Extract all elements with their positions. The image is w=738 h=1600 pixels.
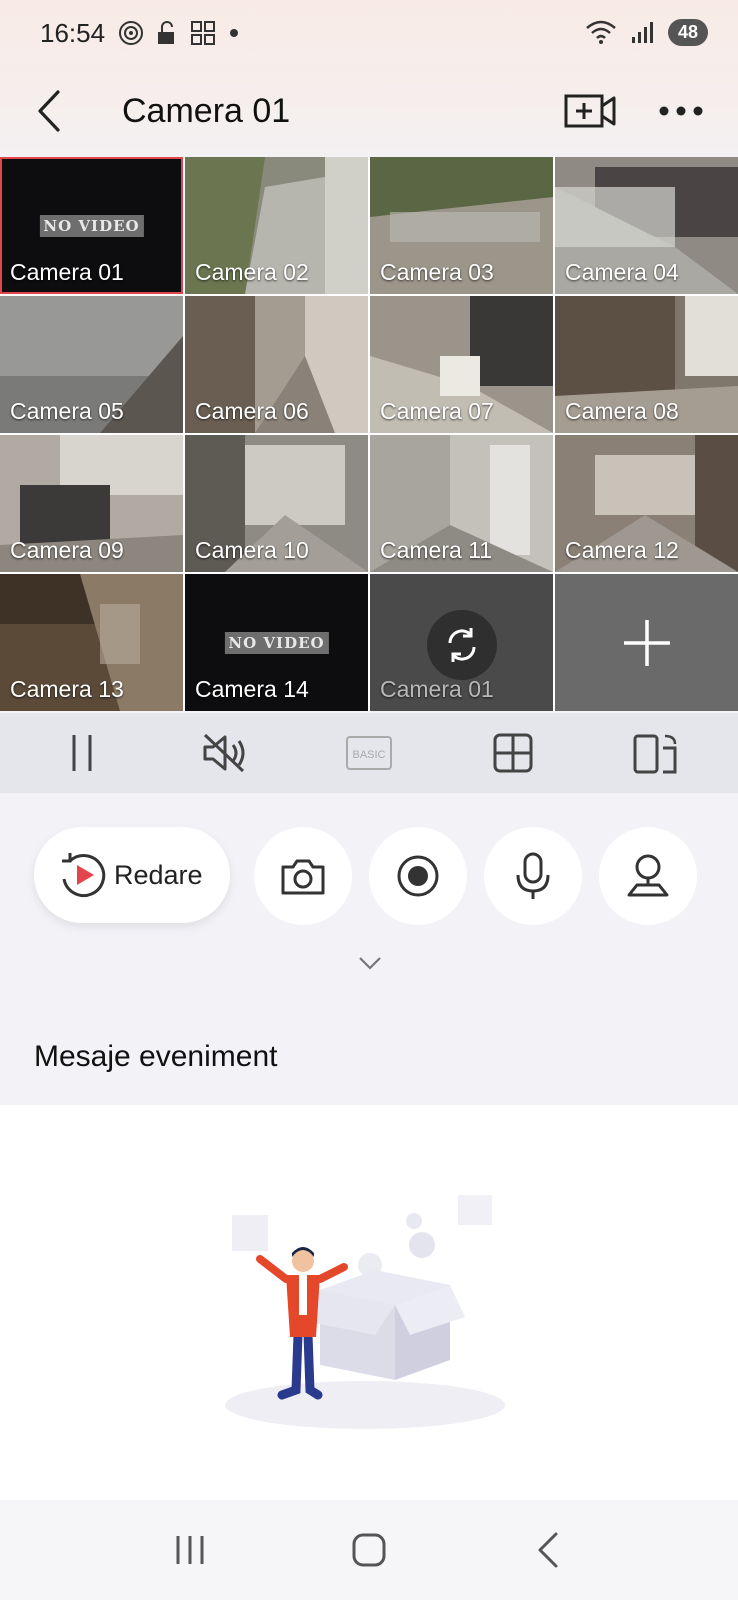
snapshot-button[interactable] — [254, 827, 352, 925]
camera-tile[interactable]: Camera 06 — [185, 296, 368, 433]
camera-label: Camera 09 — [10, 537, 124, 563]
camera-tile[interactable]: Camera 03 — [370, 157, 553, 294]
camera-tile[interactable]: NO VIDEO Camera 14 — [185, 574, 368, 711]
fingerprint-icon — [119, 21, 143, 45]
playback-toolbar: BASIC — [0, 713, 738, 793]
header: Camera 01 — [0, 78, 738, 148]
microphone-icon — [516, 852, 550, 899]
no-video-badge: NO VIDEO — [39, 215, 144, 237]
camera-label: Camera 04 — [565, 259, 679, 285]
no-video-badge: NO VIDEO — [224, 632, 329, 654]
camera-tile[interactable]: Camera 08 — [555, 296, 738, 433]
battery-indicator: 48 — [667, 18, 708, 46]
rotate-screen-icon — [633, 734, 677, 774]
signal-icon — [631, 22, 653, 43]
qr-icon — [191, 21, 215, 45]
page-title: Camera 01 — [122, 92, 291, 130]
plus-icon — [623, 619, 670, 666]
mute-button[interactable] — [195, 723, 255, 783]
top-bar: 16:54 48 Camera 01 — [0, 0, 738, 157]
camera-tile[interactable]: Camera 12 — [555, 435, 738, 572]
record-icon — [397, 855, 439, 897]
status-time: 16:54 — [40, 18, 106, 48]
camera-tile[interactable]: NO VIDEO Camera 01 — [0, 157, 183, 294]
more-options-icon[interactable] — [656, 86, 706, 136]
dot-icon — [230, 29, 238, 37]
camera-tile[interactable]: Camera 09 — [0, 435, 183, 572]
mute-icon — [203, 733, 245, 773]
camera-label: Camera 14 — [195, 676, 309, 702]
back-icon[interactable] — [28, 86, 72, 136]
camera-tile-reconnecting[interactable]: Camera 01 — [370, 574, 553, 711]
camera-tile[interactable]: Camera 04 — [555, 157, 738, 294]
actions-panel: Redare Mesaje eveniment — [0, 793, 738, 1088]
status-bar: 16:54 48 — [0, 0, 738, 70]
camera-label: Camera 03 — [380, 259, 494, 285]
home-icon — [352, 1533, 386, 1567]
camera-label: Camera 08 — [565, 398, 679, 424]
add-camera-icon[interactable] — [562, 86, 618, 136]
camera-label: Camera 05 — [10, 398, 124, 424]
system-back-icon — [538, 1532, 558, 1568]
grid-layout-icon — [493, 733, 533, 773]
camera-tile[interactable]: Camera 10 — [185, 435, 368, 572]
system-nav-bar — [0, 1500, 738, 1600]
camera-tile[interactable]: Camera 11 — [370, 435, 553, 572]
ptz-button[interactable] — [599, 827, 697, 925]
camera-tile[interactable]: Camera 02 — [185, 157, 368, 294]
microphone-button[interactable] — [484, 827, 582, 925]
camera-tile[interactable]: Camera 05 — [0, 296, 183, 433]
recent-apps-icon — [176, 1536, 204, 1564]
system-back-button[interactable] — [518, 1520, 578, 1580]
replay-label: Redare — [114, 859, 203, 890]
chevron-down-icon[interactable] — [356, 953, 384, 973]
ptz-icon — [627, 854, 669, 897]
wifi-icon — [586, 20, 616, 44]
quality-button[interactable]: BASIC — [339, 723, 399, 783]
camera-grid: NO VIDEO Camera 01 Camera 02 Camera 03 C… — [0, 157, 738, 711]
camera-label: Camera 06 — [195, 398, 309, 424]
events-empty-state — [0, 1105, 738, 1500]
record-button[interactable] — [369, 827, 467, 925]
replay-icon — [62, 853, 106, 898]
events-title: Mesaje eveniment — [34, 1040, 278, 1073]
camera-label: Camera 10 — [195, 537, 309, 563]
pause-icon — [72, 735, 92, 771]
camera-label: Camera 07 — [380, 398, 494, 424]
recent-apps-button[interactable] — [160, 1520, 220, 1580]
camera-tile[interactable]: Camera 13 — [0, 574, 183, 711]
quality-icon: BASIC — [345, 736, 392, 770]
empty-box-illustration — [225, 1195, 505, 1429]
replay-button[interactable]: Redare — [34, 827, 230, 923]
camera-label: Camera 13 — [10, 676, 124, 702]
unlock-icon — [158, 21, 174, 44]
camera-label: Camera 02 — [195, 259, 309, 285]
rotate-screen-button[interactable] — [626, 723, 686, 783]
refresh-icon — [447, 628, 476, 662]
home-button[interactable] — [339, 1520, 399, 1580]
grid-layout-button[interactable] — [483, 723, 543, 783]
camera-tile[interactable]: Camera 07 — [370, 296, 553, 433]
pause-button[interactable] — [52, 723, 112, 783]
refresh-button[interactable] — [426, 610, 497, 680]
camera-label: Camera 01 — [380, 676, 494, 702]
status-left-icons — [118, 20, 240, 46]
camera-label: Camera 12 — [565, 537, 679, 563]
snapshot-icon — [281, 859, 325, 895]
camera-label: Camera 01 — [10, 259, 124, 285]
quality-label: BASIC — [352, 749, 385, 761]
status-right-icons: 48 — [584, 18, 708, 46]
camera-label: Camera 11 — [380, 537, 493, 563]
add-camera-tile[interactable] — [555, 574, 738, 711]
